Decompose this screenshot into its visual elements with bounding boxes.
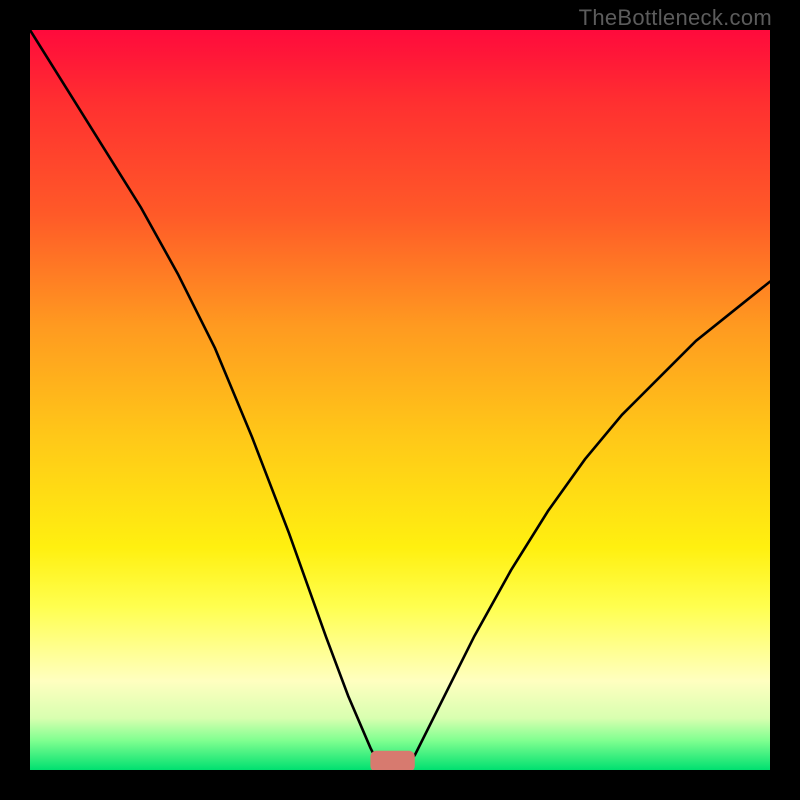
- chart-plot-area: [30, 30, 770, 770]
- chart-svg: [30, 30, 770, 770]
- bottleneck-curve-line: [30, 30, 770, 770]
- optimum-marker: [370, 751, 414, 770]
- watermark-text: TheBottleneck.com: [579, 5, 772, 31]
